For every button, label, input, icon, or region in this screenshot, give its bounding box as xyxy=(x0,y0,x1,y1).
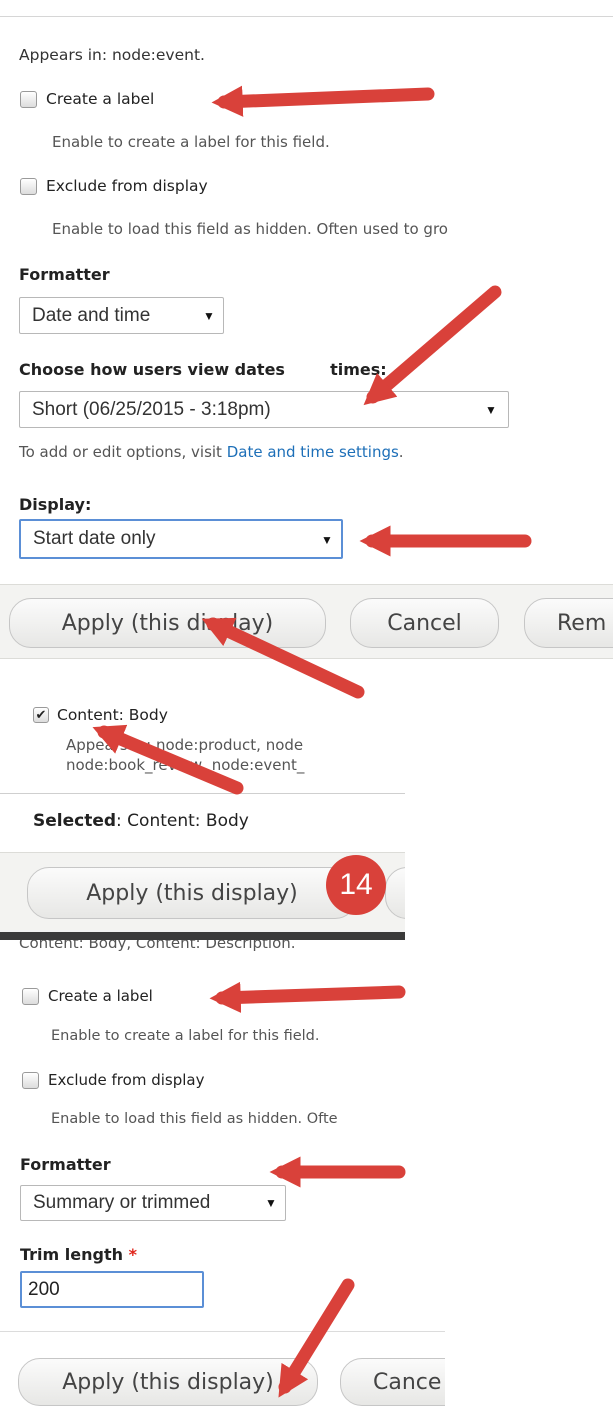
top-divider xyxy=(0,16,613,17)
required-marker: * xyxy=(128,1245,137,1264)
remove-button-label: Rem xyxy=(557,610,607,636)
chevron-down-icon: ▼ xyxy=(485,403,497,417)
exclude-from-display-checkbox-row[interactable]: Exclude from display xyxy=(22,1071,204,1089)
create-label-checkbox-row[interactable]: Create a label xyxy=(20,90,154,108)
next-button-partial[interactable] xyxy=(385,867,405,919)
action-bar-3: Apply (this display) Cance xyxy=(0,1332,445,1427)
appears-in-cut-text: Content: Body, Content: Description. xyxy=(19,940,296,952)
action-bar-1: Apply (this display) Cancel Rem xyxy=(0,584,613,659)
exclude-from-display-description: Enable to load this field as hidden. Oft… xyxy=(51,1111,338,1127)
exclude-from-display-description: Enable to load this field as hidden. Oft… xyxy=(52,220,448,238)
trim-length-value: 200 xyxy=(28,1278,60,1300)
exclude-from-display-checkbox-row[interactable]: Exclude from display xyxy=(20,177,208,195)
step-number: 14 xyxy=(339,868,373,901)
cancel-button[interactable]: Cance xyxy=(340,1358,445,1406)
remove-button[interactable]: Rem xyxy=(524,598,613,648)
display-select[interactable]: Start date only ▼ xyxy=(19,519,343,559)
trim-length-input[interactable]: 200 xyxy=(20,1271,204,1308)
create-label-label: Create a label xyxy=(46,90,155,108)
formatter-select[interactable]: Summary or trimmed ▼ xyxy=(20,1185,286,1221)
arrow-to-date-format xyxy=(363,285,502,406)
panel2-divider xyxy=(0,793,405,794)
date-time-settings-link[interactable]: Date and time settings xyxy=(227,443,399,461)
action-bar-2: Apply (this display) 14 xyxy=(0,852,405,933)
chevron-down-icon: ▼ xyxy=(265,1196,277,1210)
create-label-label: Create a label xyxy=(48,987,153,1005)
selected-summary: Selected: Content: Body xyxy=(33,811,249,831)
apply-this-display-button[interactable]: Apply (this display) xyxy=(9,598,326,648)
panel-separator xyxy=(0,932,405,940)
arrow-to-create-label-2 xyxy=(209,981,406,1013)
create-label-checkbox[interactable] xyxy=(22,987,39,1005)
appears-in-text: Appears in: node:event. xyxy=(19,46,205,64)
content-body-checkbox-row[interactable]: ✔ Content: Body xyxy=(33,706,168,724)
formatter-selected-value: Summary or trimmed xyxy=(33,1192,211,1213)
date-format-selected-value: Short (06/25/2015 - 3:18pm) xyxy=(32,398,271,420)
content-body-label: Content: Body xyxy=(57,706,168,724)
choose-date-format-label-start: Choose how users view dates xyxy=(19,360,291,379)
cancel-button[interactable]: Cancel xyxy=(350,598,499,648)
formatter-label: Formatter xyxy=(19,265,110,284)
cancel-button-label: Cance xyxy=(373,1369,442,1395)
step-14-badge: 14 xyxy=(326,855,386,915)
trim-length-label: Trim length * xyxy=(20,1245,137,1264)
exclude-from-display-checkbox[interactable] xyxy=(22,1071,39,1089)
content-body-checkbox[interactable]: ✔ xyxy=(33,707,49,723)
apply-this-display-button[interactable]: Apply (this display) xyxy=(27,867,357,919)
formatter-selected-value: Date and time xyxy=(32,304,151,326)
date-format-select[interactable]: Short (06/25/2015 - 3:18pm) ▼ xyxy=(19,391,509,428)
appears-in-line-2: node:book_review, node:event_ xyxy=(66,756,305,774)
create-label-description: Enable to create a label for this field. xyxy=(52,133,330,151)
selected-key: Selected xyxy=(33,811,117,831)
hint-suffix: . xyxy=(398,443,404,461)
choose-date-format-label: Choose how users view dates times: xyxy=(19,360,387,379)
apply-this-display-button[interactable]: Apply (this display) xyxy=(18,1358,318,1406)
date-time-settings-hint: To add or edit options, visit Date and t… xyxy=(19,443,404,461)
display-label: Display: xyxy=(19,495,92,514)
exclude-from-display-checkbox[interactable] xyxy=(20,177,37,195)
create-label-checkbox[interactable] xyxy=(20,90,37,108)
appears-in-line-1: Appears in: node:product, node xyxy=(66,736,304,754)
chevron-down-icon: ▼ xyxy=(203,309,215,323)
cut-text-clip: Content: Body, Content: Description. xyxy=(0,940,430,962)
create-label-description: Enable to create a label for this field. xyxy=(51,1028,320,1044)
choose-date-format-label-end: times: xyxy=(324,360,387,379)
formatter-select[interactable]: Date and time ▼ xyxy=(19,297,224,334)
display-selected-value: Start date only xyxy=(33,528,156,549)
formatter-label: Formatter xyxy=(20,1155,111,1174)
selected-value: : Content: Body xyxy=(116,811,249,831)
hint-text: To add or edit options, visit xyxy=(19,443,227,461)
arrow-to-create-label xyxy=(211,85,435,117)
chevron-down-icon: ▼ xyxy=(321,533,333,547)
exclude-from-display-label: Exclude from display xyxy=(46,177,208,195)
trim-length-label-text: Trim length xyxy=(20,1245,123,1264)
appears-in-clip: Appears in: node:product, node node:book… xyxy=(0,736,405,776)
create-label-checkbox-row[interactable]: Create a label xyxy=(22,987,153,1005)
exclude-from-display-label: Exclude from display xyxy=(48,1071,205,1089)
